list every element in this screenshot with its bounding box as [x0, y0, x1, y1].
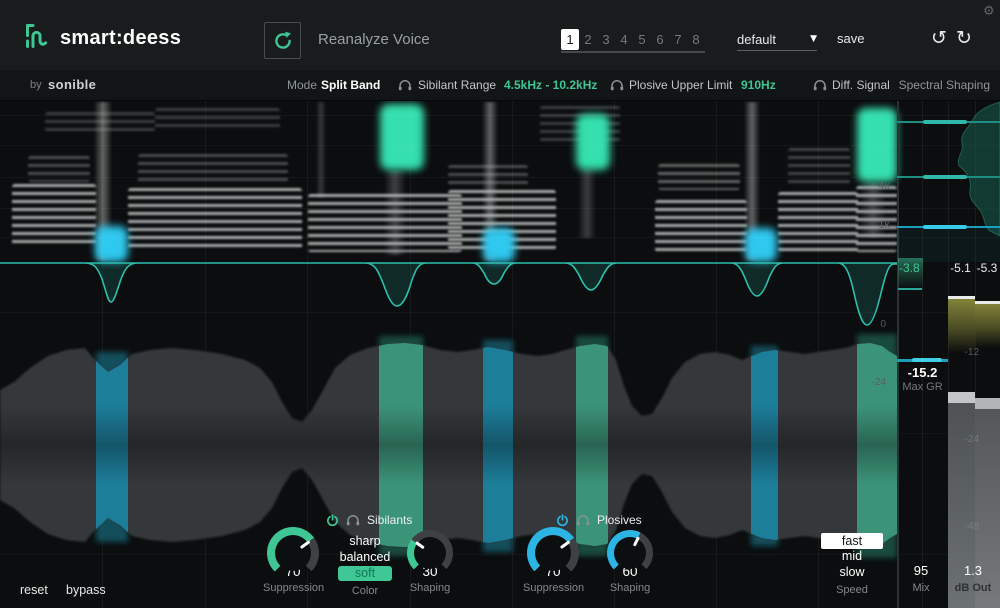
sibilant-highlight	[576, 114, 610, 170]
speed-label: Speed	[819, 583, 885, 599]
page-tab-2[interactable]: 2	[579, 29, 597, 50]
page-selector-underline	[561, 51, 705, 53]
page-tab-6[interactable]: 6	[651, 29, 669, 50]
meter-right-fill	[975, 304, 1000, 348]
speed-selector: fast mid slow Speed	[819, 533, 885, 599]
meter-scale-minus48: -48	[955, 521, 979, 532]
db-label-24: -24	[862, 377, 886, 388]
page-tab-8[interactable]: 8	[687, 29, 705, 50]
sibilants-power-icon[interactable]	[326, 514, 339, 527]
sibilants-header: Sibilants	[326, 513, 412, 527]
plosives-label: Plosives	[597, 513, 642, 527]
gr-readout: -3.8	[899, 261, 920, 275]
preset-select[interactable]: default ▼	[737, 28, 817, 51]
sibilants-color-selector: sharp balanced soft Color	[332, 534, 398, 600]
redo-button[interactable]: ↻	[956, 27, 972, 49]
max-gr-label: Max GR	[897, 381, 948, 393]
sibilant-headphone-icon[interactable]	[398, 79, 412, 91]
speed-option-mid[interactable]: mid	[819, 549, 885, 565]
sibilants-shaping-label: Shaping	[400, 582, 460, 594]
by-label: by	[30, 79, 42, 91]
reanalyze-icon	[272, 30, 294, 52]
meter-left-value: -5.1	[946, 261, 975, 275]
mix-label: Mix	[897, 582, 945, 594]
undo-button[interactable]: ↺	[931, 27, 947, 49]
plosives-power-icon[interactable]	[556, 514, 569, 527]
page-tab-1[interactable]: 1	[561, 29, 579, 50]
plosives-suppression-control: 70 Suppression	[523, 527, 583, 594]
page-tab-5[interactable]: 5	[633, 29, 651, 50]
speed-option-slow[interactable]: slow	[819, 565, 885, 581]
color-label: Color	[332, 584, 398, 600]
plosives-listen-icon[interactable]	[576, 514, 590, 526]
page-tab-4[interactable]: 4	[615, 29, 633, 50]
chevron-down-icon: ▼	[810, 34, 817, 44]
bypass-button[interactable]: bypass	[66, 583, 106, 597]
reanalyze-label: Reanalyze Voice	[318, 31, 430, 48]
smart-deess-plugin-window: smart:deess Reanalyze Voice 1 2 3 4 5 6 …	[0, 0, 1000, 608]
meter-right-value: -5.3	[974, 261, 1000, 275]
output-value[interactable]: 1.3	[948, 563, 998, 578]
sibilants-suppression-control: 70 Suppression	[263, 527, 323, 594]
mode-value[interactable]: Split Band	[321, 78, 380, 92]
sibilants-suppression-label: Suppression	[263, 582, 323, 594]
settings-gear-icon[interactable]: ⚙	[983, 4, 995, 19]
max-gr-handle[interactable]	[912, 358, 942, 362]
sibilant-range-label: Sibilant Range	[418, 78, 496, 92]
header-bar: smart:deess Reanalyze Voice 1 2 3 4 5 6 …	[0, 0, 1000, 70]
plosive-limit-value[interactable]: 910Hz	[741, 78, 776, 92]
output-label: dB Out	[948, 582, 998, 594]
shaping-band-high-handle[interactable]	[923, 120, 967, 124]
max-gr-value: -15.2	[897, 365, 948, 380]
color-option-sharp[interactable]: sharp	[332, 534, 398, 550]
freq-label-4k: 4k	[860, 180, 890, 192]
color-option-balanced[interactable]: balanced	[332, 550, 398, 566]
spectral-shaping-label: Spectral Shaping	[899, 78, 990, 92]
gain-reduction-trace	[0, 255, 897, 335]
reset-button[interactable]: reset	[20, 583, 48, 597]
speed-option-fast[interactable]: fast	[821, 533, 883, 549]
sibilant-highlight	[380, 104, 424, 170]
sibilants-label: Sibilants	[367, 513, 412, 527]
color-option-soft[interactable]: soft	[338, 566, 392, 581]
page-tab-3[interactable]: 3	[597, 29, 615, 50]
preset-value: default	[737, 32, 776, 47]
page-tab-7[interactable]: 7	[669, 29, 687, 50]
plosives-shaping-label: Shaping	[600, 582, 660, 594]
sibilants-listen-icon[interactable]	[346, 514, 360, 526]
meter-scale-minus12: -12	[955, 347, 979, 358]
meter-scale-minus24: -24	[955, 434, 979, 445]
plosives-shaping-control: 60 Shaping	[600, 530, 660, 594]
diff-signal-headphone-icon[interactable]	[813, 79, 827, 91]
page-selector: 1 2 3 4 5 6 7 8	[561, 29, 705, 50]
mode-label: Mode	[287, 78, 317, 92]
plosives-header: Plosives	[556, 513, 642, 527]
reanalyze-button[interactable]	[264, 22, 301, 59]
plosives-suppression-knob[interactable]	[527, 527, 579, 579]
sibilant-range-value[interactable]: 4.5kHz - 10.2kHz	[504, 78, 597, 92]
save-button[interactable]: save	[837, 31, 864, 46]
freq-label-1k: 1k	[860, 219, 890, 231]
info-bar: by sonible Mode Split Band Sibilant Rang…	[0, 70, 1000, 101]
brand-name: sonible	[48, 77, 96, 92]
diff-signal-label[interactable]: Diff. Signal	[832, 78, 890, 92]
sibilants-shaping-control: 30 Shaping	[400, 530, 460, 594]
db-label-0: 0	[862, 319, 886, 330]
mix-value[interactable]: 95	[897, 563, 945, 578]
sonible-logo-icon	[23, 22, 53, 50]
meter-left-fill	[948, 299, 975, 353]
shaping-band-mid-handle[interactable]	[923, 175, 967, 179]
app-title: smart:deess	[60, 27, 181, 50]
sibilants-suppression-knob[interactable]	[267, 527, 319, 579]
plosives-shaping-knob[interactable]	[607, 530, 653, 576]
sibilants-shaping-knob[interactable]	[407, 530, 453, 576]
plosive-limit-label: Plosive Upper Limit	[629, 78, 732, 92]
plosive-headphone-icon[interactable]	[610, 79, 624, 91]
plosives-suppression-label: Suppression	[523, 582, 583, 594]
